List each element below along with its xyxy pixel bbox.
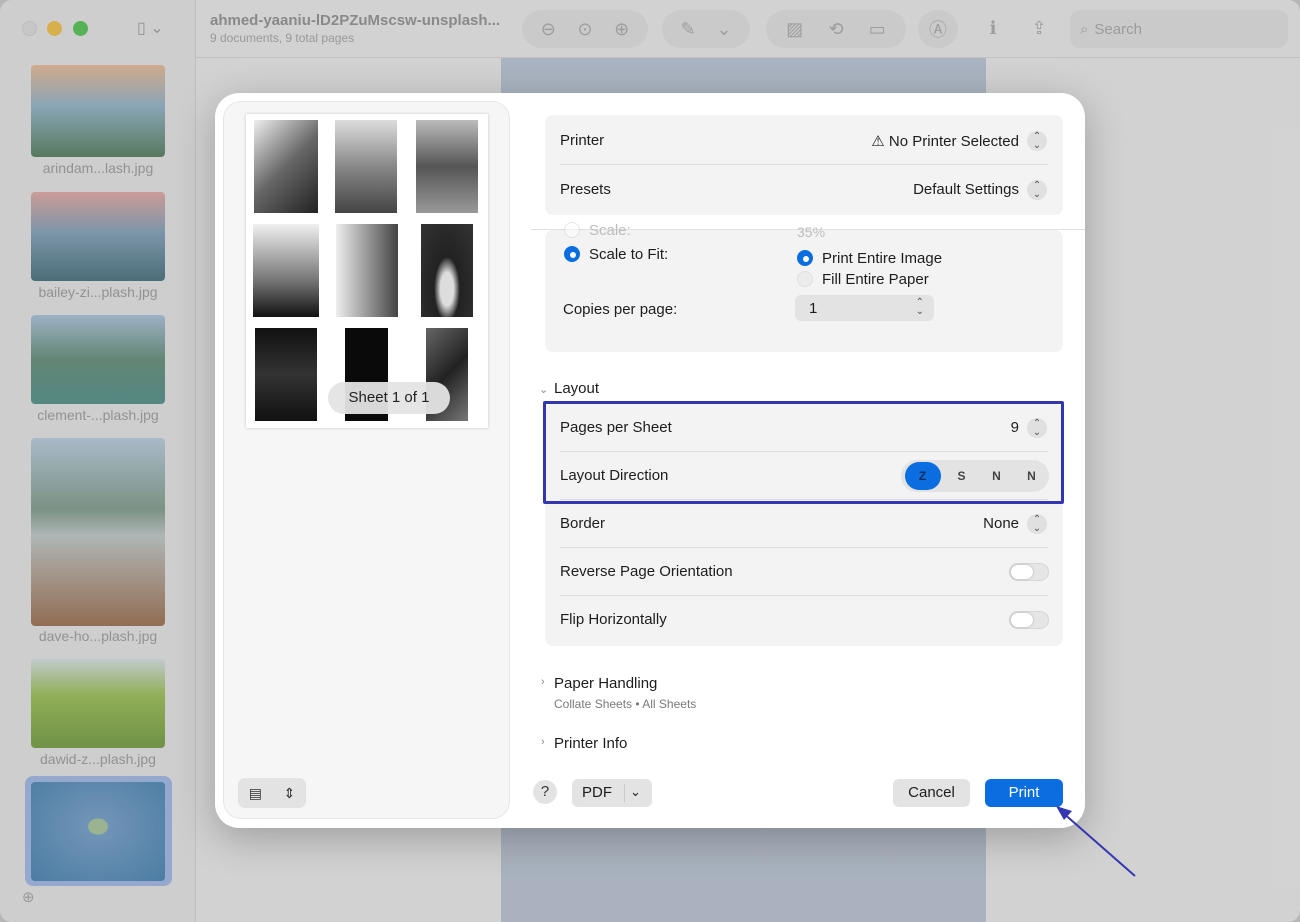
annotation-arrow	[1056, 806, 1136, 877]
arrow-line	[1061, 811, 1136, 877]
